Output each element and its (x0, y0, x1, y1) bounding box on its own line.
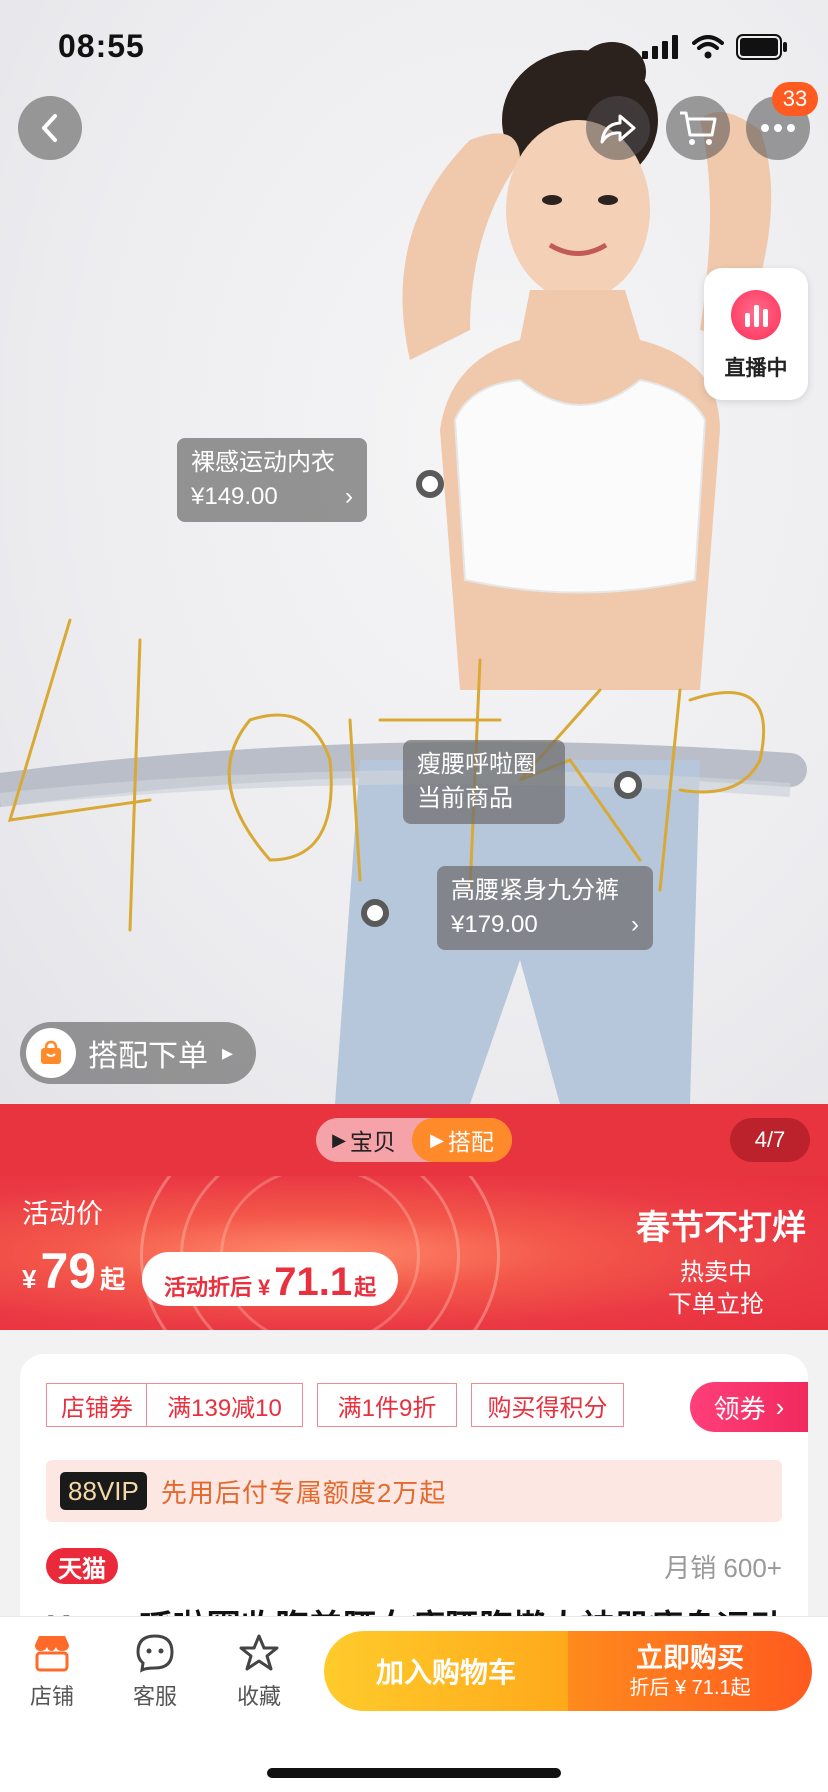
discounted-price-value: 71.1 (274, 1260, 353, 1304)
tag-anchor-dot[interactable] (614, 771, 642, 799)
status-indicators (642, 34, 788, 60)
tab-combo-label: 搭配 (447, 1129, 494, 1155)
coupon-points[interactable]: 购买得积分 (471, 1383, 624, 1427)
product-tag-leggings[interactable]: 高腰紧身九分裤 ¥179.00 › (437, 866, 653, 950)
shopping-bag-icon (26, 1028, 76, 1078)
combo-order-button[interactable]: 搭配下单 ▸ (20, 1022, 256, 1084)
nav-service[interactable]: 客服 (115, 1633, 195, 1711)
chevron-right-icon: › (345, 483, 353, 510)
signal-icon (642, 35, 678, 59)
tag-current-label: 当前商品 (417, 785, 513, 812)
tag-anchor-dot[interactable] (361, 899, 389, 927)
image-counter: 4/7 (730, 1118, 810, 1162)
buy-now-button[interactable]: 立即购买 折后 ¥ 71.1起 (568, 1631, 812, 1711)
wifi-icon (692, 35, 724, 59)
live-stream-entry[interactable]: 直播中 (704, 268, 808, 400)
nav-favorite[interactable]: 收藏 (219, 1633, 299, 1711)
promo-line: 热卖中 (680, 1259, 752, 1286)
get-coupon-label: 领券 (713, 1393, 766, 1424)
nav-service-label: 客服 (132, 1684, 177, 1709)
tag-price: ¥179.00 (451, 911, 538, 938)
play-icon: ▶ (332, 1129, 346, 1150)
home-indicator (267, 1768, 561, 1778)
more-icon (761, 124, 795, 132)
product-tag-bra[interactable]: 裸感运动内衣 ¥149.00 › (177, 438, 367, 522)
play-icon: ▶ (430, 1129, 444, 1150)
tag-name: 裸感运动内衣 (191, 449, 335, 476)
chevron-right-icon: ▸ (222, 1040, 234, 1065)
discount-label: 活动折后 (164, 1275, 253, 1300)
currency-symbol: ¥ (22, 1264, 37, 1294)
shop-icon (35, 1636, 69, 1672)
status-time: 08:55 (58, 28, 145, 64)
back-button[interactable] (18, 96, 82, 160)
product-tag-hoop[interactable]: 瘦腰呼啦圈 当前商品 (403, 740, 565, 824)
nav-shop-label: 店铺 (29, 1684, 74, 1709)
bottom-action-bar: 店铺 客服 收藏 加入购物车 立即购买 折后 ¥ 71.1起 (0, 1616, 828, 1792)
live-label: 直播中 (724, 357, 788, 380)
tab-product-label: 宝贝 (349, 1129, 396, 1155)
tag-name: 瘦腰呼啦圈 (417, 751, 537, 778)
buy-now-label: 立即购买 (636, 1643, 744, 1673)
promo-title: 春节不打烊 (636, 1208, 806, 1248)
price-suffix: 起 (354, 1275, 377, 1300)
discounted-price-pill: 活动折后 ¥ 71.1 起 (142, 1252, 399, 1306)
share-icon (600, 114, 636, 144)
price-value: 79 (40, 1243, 97, 1299)
get-coupon-button[interactable]: 领券 › (690, 1382, 808, 1432)
tab-product[interactable]: ▶ 宝贝 (316, 1118, 412, 1162)
price-banner: 活动价 ¥ 79 起 活动折后 ¥ 71.1 起 春节不打烊 热卖中 下单立抢 (0, 1176, 828, 1330)
promo-line: 下单立抢 (668, 1291, 764, 1318)
coupon-percent[interactable]: 满1件9折 (317, 1383, 457, 1427)
vip-badge: 88VIP (60, 1472, 147, 1510)
star-icon (239, 1634, 279, 1671)
chevron-right-icon: › (631, 911, 639, 938)
coupon-discount[interactable]: 满139减10 (146, 1383, 303, 1427)
cart-icon (680, 111, 717, 145)
currency-symbol: ¥ (258, 1275, 271, 1300)
media-segmented-control: ▶ 宝贝 ▶ 搭配 (316, 1118, 512, 1162)
more-button[interactable]: 33 (746, 82, 818, 160)
product-image-gallery[interactable]: 08:55 33 直播中 裸感运动内衣 ¥149.00 › 瘦腰呼啦圈 当前商品… (0, 0, 828, 1104)
tag-anchor-dot[interactable] (416, 470, 444, 498)
combo-order-label: 搭配下单 (88, 1040, 208, 1073)
activity-price: ¥ 79 起 (22, 1242, 125, 1300)
product-photo (0, 42, 807, 1104)
tag-name: 高腰紧身九分裤 (451, 877, 619, 904)
price-suffix: 起 (100, 1266, 126, 1294)
service-icon (136, 1634, 174, 1673)
chevron-right-icon: › (775, 1391, 785, 1422)
nav-shop[interactable]: 店铺 (12, 1633, 92, 1711)
tag-price: ¥149.00 (191, 483, 278, 510)
tab-combo[interactable]: ▶ 搭配 (412, 1118, 512, 1162)
monthly-sales: 月销 600+ (664, 1553, 782, 1583)
cart-button[interactable] (666, 96, 730, 160)
buy-now-sublabel: 折后 ¥ 71.1起 (629, 1677, 751, 1699)
nav-favorite-label: 收藏 (236, 1684, 281, 1709)
share-button[interactable] (586, 96, 650, 160)
live-icon (731, 290, 781, 340)
coupon-shop[interactable]: 店铺券 (46, 1383, 148, 1427)
vip-banner[interactable]: 88VIP 先用后付专属额度2万起 (46, 1460, 782, 1522)
media-tab-bar: ▶ 宝贝 ▶ 搭配 4/7 (0, 1104, 828, 1176)
activity-price-label: 活动价 (22, 1199, 103, 1229)
vip-text: 先用后付专属额度2万起 (160, 1477, 447, 1508)
chevron-left-icon (42, 114, 57, 142)
battery-icon (736, 34, 787, 60)
add-to-cart-button[interactable]: 加入购物车 (324, 1631, 568, 1711)
tmall-badge: 天猫 (46, 1548, 118, 1584)
notification-badge: 33 (772, 82, 818, 116)
